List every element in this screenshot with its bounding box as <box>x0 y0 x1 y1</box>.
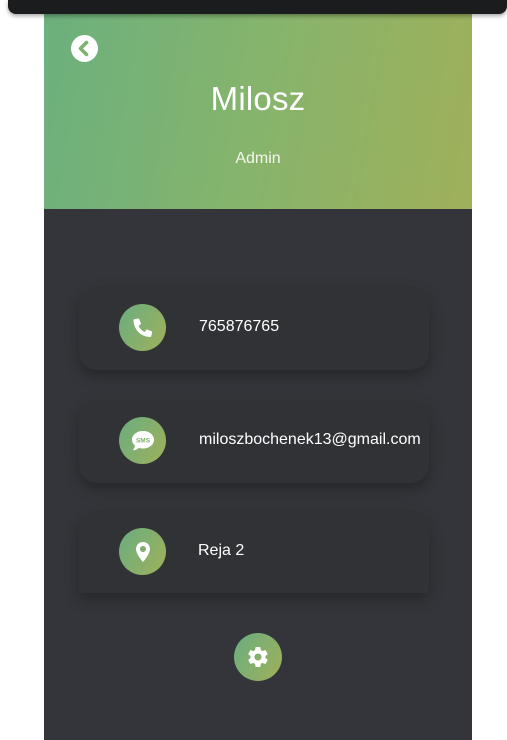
settings-button[interactable] <box>234 633 282 681</box>
location-pin-icon <box>135 541 150 562</box>
chevron-left-icon <box>78 40 89 57</box>
profile-role: Admin <box>235 150 281 167</box>
profile-header: Milosz Admin <box>44 0 472 209</box>
email-address: miloszbochenek13@gmail.com <box>199 431 421 448</box>
address-card[interactable]: Reja 2 <box>79 510 429 593</box>
street-address: Reja 2 <box>198 542 245 559</box>
sms-icon-label: SMS <box>135 437 150 444</box>
phone-number: 765876765 <box>199 318 280 335</box>
phone-icon <box>133 317 152 337</box>
sms-icon: SMS <box>131 430 154 450</box>
phone-icon-badge <box>119 304 166 351</box>
email-card[interactable]: SMS miloszbochenek13@gmail.com <box>79 399 429 483</box>
gear-icon <box>248 647 268 667</box>
phone-card[interactable]: 765876765 <box>79 286 429 370</box>
back-button[interactable] <box>71 35 98 62</box>
profile-screen: Milosz Admin 765876765 SMS miloszbochene… <box>44 0 472 740</box>
window-top-bar <box>8 0 507 14</box>
sms-icon-badge: SMS <box>119 417 166 464</box>
profile-name: Milosz <box>210 80 306 117</box>
location-icon-badge <box>119 528 166 575</box>
